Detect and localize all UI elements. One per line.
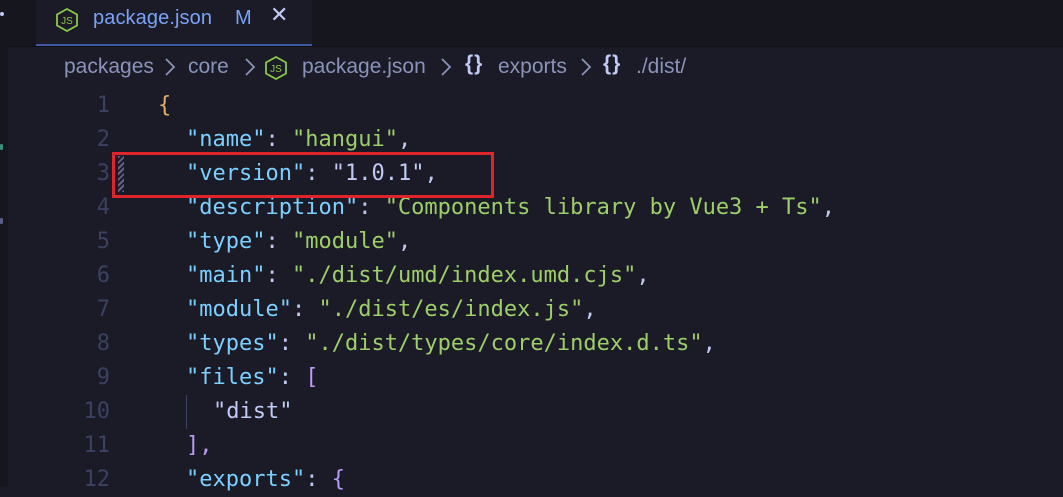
chevron-right-icon xyxy=(244,53,256,87)
code-line: 9 "files": [ xyxy=(36,361,1063,395)
json-key: "type" xyxy=(186,229,266,254)
chevron-right-icon xyxy=(440,53,452,87)
json-separator: : xyxy=(305,467,332,492)
line-number: 9 xyxy=(96,365,110,390)
braces-icon: {} xyxy=(603,52,622,75)
json-comma: , xyxy=(397,127,412,152)
json-bracket: ], xyxy=(186,433,213,458)
json-value: "./dist/types/core/index.d.ts" xyxy=(305,331,703,356)
json-separator: : xyxy=(291,297,319,322)
code-line: 6 "main": "./dist/umd/index.umd.cjs", xyxy=(36,259,1063,293)
line-number: 10 xyxy=(83,399,111,424)
tab-title: package.json xyxy=(93,7,213,29)
breadcrumb-item-packages[interactable]: packages xyxy=(64,55,154,79)
activity-indicator-icon xyxy=(0,12,4,16)
json-separator: : xyxy=(265,127,292,152)
modified-indicator: M xyxy=(235,7,252,29)
json-key: "types" xyxy=(186,331,279,356)
code-text: { xyxy=(158,93,172,118)
json-comma: , xyxy=(397,229,412,254)
json-comma: , xyxy=(821,195,836,220)
json-value: "module" xyxy=(291,229,398,254)
json-value: "Components library by Vue3 + Ts" xyxy=(384,195,822,220)
line-number: 7 xyxy=(96,297,110,322)
json-separator: : xyxy=(278,331,306,356)
line-number: 3 xyxy=(96,161,110,186)
json-separator: : xyxy=(265,229,292,254)
braces-icon: {} xyxy=(465,52,484,75)
json-value: "./dist/es/index.js" xyxy=(318,297,584,322)
line-number: 6 xyxy=(96,263,110,288)
json-value: "./dist/umd/index.umd.cjs" xyxy=(291,263,637,288)
activity-indicator-icon xyxy=(0,144,3,150)
svg-text:JS: JS xyxy=(61,16,73,27)
line-number: 5 xyxy=(96,229,110,254)
code-line: 10 "dist" xyxy=(36,395,1063,429)
breadcrumb: packages core JS package.json {} exports… xyxy=(36,47,1063,89)
line-number: 12 xyxy=(83,467,111,492)
json-key: "main" xyxy=(186,263,266,288)
chevron-right-icon xyxy=(164,53,176,87)
code-line: 7 "module": "./dist/es/index.js", xyxy=(36,293,1063,327)
close-icon[interactable]: ✕ xyxy=(270,3,288,28)
annotation-highlight-box xyxy=(112,152,494,198)
code-editor[interactable]: 1 { 2 "name": "hangui", 3 "version": "1.… xyxy=(36,89,1063,492)
nodejs-icon: JS xyxy=(265,55,287,86)
json-key: "description" xyxy=(186,195,359,220)
json-value: "hangui" xyxy=(291,127,398,152)
breadcrumb-item-exports[interactable]: exports xyxy=(498,55,567,79)
code-line: 12 "exports": { xyxy=(36,463,1063,497)
line-number: 1 xyxy=(96,93,110,118)
tab-package-json[interactable]: JS package.json M ✕ xyxy=(36,0,312,46)
code-line: 1 { xyxy=(36,89,1063,123)
json-key: "name" xyxy=(186,127,266,152)
json-separator: : xyxy=(358,195,385,220)
line-number: 4 xyxy=(96,195,110,220)
line-number: 2 xyxy=(96,127,110,152)
line-number: 8 xyxy=(96,331,110,356)
activity-indicator-icon xyxy=(0,218,3,224)
editor-tab-bar: JS package.json M ✕ xyxy=(8,0,1063,47)
indent-guide xyxy=(186,395,187,429)
json-comma: , xyxy=(583,297,597,322)
json-bracket: { xyxy=(331,467,345,492)
svg-text:JS: JS xyxy=(270,64,282,75)
json-bracket: [ xyxy=(305,365,319,390)
breadcrumb-item-dist[interactable]: ./dist/ xyxy=(636,55,686,79)
breadcrumb-item-package-json[interactable]: package.json xyxy=(302,55,426,79)
json-comma: , xyxy=(702,331,716,356)
json-key: "files" xyxy=(186,365,279,390)
nodejs-icon: JS xyxy=(56,7,78,33)
code-line: 11 ], xyxy=(36,429,1063,463)
json-separator: : xyxy=(265,263,292,288)
json-key: "module" xyxy=(186,297,292,322)
json-comma: , xyxy=(636,263,650,288)
activity-bar-edge xyxy=(0,0,8,486)
code-line: 5 "type": "module", xyxy=(36,225,1063,259)
json-key: "exports" xyxy=(186,467,306,492)
breadcrumb-item-core[interactable]: core xyxy=(188,55,229,79)
chevron-right-icon xyxy=(580,53,592,87)
json-array-value: "dist" xyxy=(213,399,293,424)
line-number: 11 xyxy=(83,433,111,458)
json-separator: : xyxy=(278,365,306,390)
code-line: 8 "types": "./dist/types/core/index.d.ts… xyxy=(36,327,1063,361)
